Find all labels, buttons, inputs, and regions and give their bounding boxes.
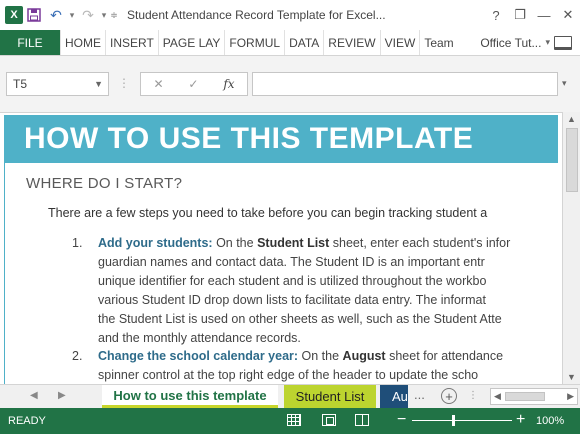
horizontal-scroll-thumb[interactable] [505,392,545,401]
step-line: the Student List is used on other sheets… [98,312,502,326]
step-line: various Student ID drop down lists to fa… [98,293,486,307]
step-line: spinner control at the top right edge of… [98,368,479,382]
step-bold-text: Student List [257,236,330,250]
zoom-slider[interactable] [412,420,512,421]
zoom-in-button[interactable]: + [516,411,525,429]
save-icon[interactable] [23,4,45,26]
normal-view-icon[interactable] [287,414,301,426]
page-title: HOW TO USE THIS TEMPLATE [24,122,474,155]
help-icon[interactable]: ? [484,3,508,27]
name-box-dropdown-icon[interactable]: ▼ [94,79,103,89]
step-text: On the [212,236,258,250]
cancel-entry-icon[interactable]: ✕ [153,77,163,91]
expand-formula-bar-icon[interactable]: ▾ [562,78,567,89]
step-title: Change the school calendar year: [98,349,299,363]
title-bar: X ↶ ▾ ↷ ▾ ≑ Student Attendance Record Te… [0,0,580,30]
step-title: Add your students: [98,236,213,250]
customize-qat-icon[interactable]: ≑ [109,10,119,21]
account-dropdown-icon: ▾ [545,37,550,47]
step-line: unique identifier for each student and i… [98,274,487,288]
tab-formulas[interactable]: FORMUL [224,30,284,55]
sheet-tab-student-list[interactable]: Student List [284,385,376,408]
ribbon-tabs: FILE HOME INSERT PAGE LAY FORMUL DATA RE… [0,30,580,56]
step-bold-text: August [342,349,386,363]
file-tab[interactable]: FILE [0,30,60,55]
horizontal-scrollbar[interactable]: ◀ ▶ [490,388,578,405]
step-text: sheet for attendance [385,349,504,363]
status-text: READY [8,415,46,427]
sheet-tab-august[interactable]: Au [380,385,408,408]
prev-sheet-icon[interactable]: ◀ [30,390,38,401]
add-sheet-button[interactable]: + [441,388,457,404]
intro-text: There are a few steps you need to take b… [48,206,488,220]
next-sheet-icon[interactable]: ▶ [58,390,66,401]
step-line: guardian names and contact data. The Stu… [98,255,485,269]
section-heading: WHERE DO I START? [26,175,183,192]
close-icon[interactable]: ✕ [556,3,580,27]
sheet-tab-how-to-use[interactable]: How to use this template [102,385,278,408]
window-title: Student Attendance Record Template for E… [127,8,386,22]
confirm-entry-icon[interactable]: ✓ [188,77,198,91]
step-text: sheet, enter each student's infor [329,236,511,250]
more-sheets-button[interactable]: ... [414,387,425,402]
name-box[interactable]: T5 ▼ [6,72,109,96]
formula-buttons: ✕ ✓ fx [140,72,248,96]
tab-review[interactable]: REVIEW [323,30,379,55]
tab-view[interactable]: VIEW [379,30,420,55]
vertical-scrollbar[interactable]: ▲ ▼ [562,112,580,384]
header-band: HOW TO USE THIS TEMPLATE [4,115,558,163]
account-menu[interactable]: Office Tut... ▾ [480,30,580,55]
name-box-value: T5 [13,77,28,91]
step-line: Add your students: On the Student List s… [98,236,510,250]
formula-bar-area: T5 ▼ ⋮ ✕ ✓ fx ▾ [0,56,580,112]
tab-team[interactable]: Team [419,30,457,55]
zoom-out-button[interactable]: − [397,411,406,429]
zoom-level[interactable]: 100% [536,415,564,427]
tab-home[interactable]: HOME [60,30,105,55]
tab-page-layout[interactable]: PAGE LAY [157,30,225,55]
account-name: Office Tut... [480,35,542,50]
scroll-down-icon[interactable]: ▼ [567,372,576,382]
restore-ribbon-icon[interactable]: ❐ [508,3,532,27]
step-line: and the monthly attendance records. [98,331,301,345]
status-bar: READY − + 100% [0,408,580,434]
fx-icon[interactable]: fx [223,77,234,91]
minimize-icon[interactable]: — [532,3,556,27]
excel-logo-icon[interactable]: X [5,6,23,24]
worksheet[interactable]: HOW TO USE THIS TEMPLATE WHERE DO I STAR… [0,112,562,384]
page-break-view-icon[interactable] [355,414,369,426]
tab-insert[interactable]: INSERT [105,30,158,55]
tab-splitter-icon[interactable]: ⋮ [468,390,478,401]
formula-bar-splitter-icon[interactable]: ⋮ [118,76,130,90]
content-left-border [4,163,5,384]
scroll-right-icon[interactable]: ▶ [567,391,574,402]
tab-data[interactable]: DATA [284,30,323,55]
sheet-tabs-bar: ◀ ▶ How to use this template Student Lis… [0,384,580,408]
redo-icon[interactable]: ↷ [77,4,99,26]
step-number: 2. [72,349,83,363]
page-layout-view-icon[interactable] [322,414,336,426]
scroll-thumb[interactable] [566,128,578,192]
step-text: On the [298,349,343,363]
scroll-up-icon[interactable]: ▲ [567,114,576,124]
step-number: 1. [72,236,83,250]
undo-dropdown-icon[interactable]: ▾ [67,10,77,21]
step-line: Change the school calendar year: On the … [98,349,503,363]
redo-dropdown-icon[interactable]: ▾ [99,10,109,21]
formula-input[interactable] [252,72,558,96]
zoom-slider-thumb[interactable] [452,415,455,426]
undo-icon[interactable]: ↶ [45,4,67,26]
laptop-icon [554,35,572,50]
scroll-left-icon[interactable]: ◀ [494,391,501,402]
